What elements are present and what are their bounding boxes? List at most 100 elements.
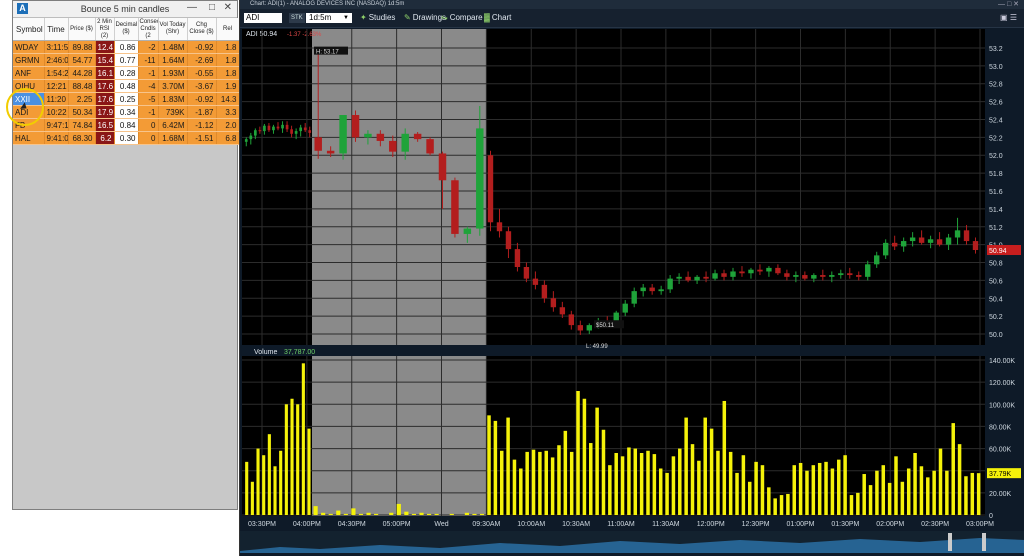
minimize-icon[interactable]: — (187, 2, 197, 13)
volume-bar (569, 451, 574, 515)
column-header[interactable]: Rel (216, 18, 240, 41)
table-row[interactable]: GRMN 2:46:0 54.77 15.4 0.77 -11 1.64M -2.69 1.8 (13, 53, 240, 67)
candle-body (253, 130, 257, 136)
volume-bar (824, 461, 828, 515)
symbol-input[interactable]: ADI (244, 13, 282, 23)
time-tick-label: 10:00AM (517, 521, 545, 528)
cell-price: 68.30 (68, 131, 96, 145)
candle-body (438, 153, 447, 181)
cell-chg: -0.55 (187, 66, 217, 80)
studies-button[interactable]: ✦ Studies (360, 13, 395, 23)
cell-rsi: 17.9 (95, 105, 115, 119)
cell-rel: 1.8 (216, 53, 240, 67)
close-icon[interactable]: ✕ (224, 2, 232, 13)
cell-consec: -2 (138, 40, 159, 54)
column-header[interactable]: Vol Today (Shr) (158, 18, 188, 41)
time-tick-label: 09:30AM (472, 521, 500, 528)
price-chart[interactable]: ADI 50.94-1.37 -2.63%Volume 37,787.00Vol… (240, 29, 1024, 556)
candle-body (945, 237, 952, 245)
volume-bar (856, 492, 860, 515)
volume-bar (646, 450, 650, 515)
price-marker-label: $50.11 (596, 323, 615, 329)
table-row[interactable]: FB 9:47:1 74.84 16.5 0.84 0 6.42M -1.12 2.0 (13, 118, 240, 132)
column-header[interactable]: 2 Min RSI (2) (95, 18, 115, 41)
time-tick-label: 01:00PM (786, 521, 814, 528)
candle-body (413, 133, 422, 140)
instrument-type-badge[interactable]: STK (289, 13, 305, 23)
navigator-handle-right[interactable] (982, 533, 986, 551)
volume-bar (426, 513, 432, 515)
candle-body (244, 139, 248, 142)
table-row[interactable]: WDAY 3:11:5 89.88 12.4 0.86 -2 1.48M -0.92 1.8 (13, 40, 240, 54)
cell-rsi: 17.6 (95, 92, 115, 106)
candle-body (476, 128, 484, 229)
candle-body (505, 231, 512, 250)
candle-body (640, 287, 646, 292)
maximize-icon[interactable]: □ (209, 2, 215, 13)
cell-rsi: 17.6 (95, 79, 115, 93)
volume-bar (472, 513, 477, 515)
table-row[interactable]: ADI 10:22 50.34 17.9 0.34 -1 739K -1.87 3.3 (13, 105, 240, 119)
candle-body (802, 275, 808, 279)
column-header[interactable]: Symbol (13, 18, 45, 41)
volume-bar (614, 453, 618, 515)
cell-chg: -2.69 (187, 53, 217, 67)
volume-bar (690, 444, 695, 515)
candle-body (838, 273, 844, 276)
period-select[interactable]: 1d:5m ▼ (306, 13, 352, 23)
volume-bar (343, 513, 348, 515)
column-header[interactable]: Time (44, 18, 69, 41)
price-tick-label: 53.0 (989, 64, 1003, 71)
drawings-button[interactable]: ✎ Drawings (404, 13, 446, 23)
candle-body (676, 276, 682, 279)
candle-body (523, 267, 530, 279)
column-header[interactable]: Price ($) (68, 18, 96, 41)
cell-time: 12:21 (44, 79, 69, 93)
volume-tick-label: 20.00K (989, 491, 1012, 498)
column-header[interactable]: Consec Cndls (2 (138, 18, 159, 41)
volume-bar (792, 465, 796, 515)
window-controls-icon[interactable]: — □ ✕ (998, 0, 1019, 9)
candle-body (487, 155, 494, 223)
time-tick-label: 03:30PM (248, 521, 276, 528)
candle-body (649, 287, 655, 292)
price-tick-label: 51.2 (989, 225, 1003, 232)
price-tick-label: 53.2 (989, 46, 1003, 53)
cell-time: 1:54:2 (44, 66, 69, 80)
chart-settings-icon[interactable]: ▣ ☰ (1000, 13, 1017, 22)
time-tick-label: 03:00PM (966, 521, 994, 528)
candle-body (865, 264, 871, 277)
compare-button[interactable]: ⇋ Compare (441, 13, 483, 23)
chart-menu-button[interactable]: ▓ Chart (484, 13, 511, 23)
price-tick-label: 52.8 (989, 82, 1003, 89)
chart-icon: ▓ (484, 13, 490, 22)
candle-body (496, 222, 503, 232)
column-header[interactable]: Chg Close ($) (187, 18, 217, 41)
table-row[interactable]: ANF 1:54:2 44.28 16.1 0.28 -1 1.93M -0.55 1.8 (13, 66, 240, 80)
volume-bar (538, 451, 542, 515)
volume-bar (926, 477, 930, 515)
cell-time: 3:11:5 (44, 40, 69, 54)
candle-body (263, 125, 266, 132)
column-header[interactable]: Decimal ($) (114, 18, 139, 41)
cell-vol: 739K (158, 105, 188, 119)
volume-bar (843, 455, 847, 515)
candle-body (829, 275, 835, 277)
table-row[interactable]: QIHU 12:21 88.48 17.6 0.48 -4 3.70M -3.67 1.9 (13, 79, 240, 93)
time-tick-label: 01:30PM (831, 521, 859, 528)
volume-bar (328, 513, 333, 515)
cell-rel: 3.3 (216, 105, 240, 119)
volume-bar (868, 485, 873, 515)
table-row[interactable]: HAL 9:41:0 68.30 6.2 0.30 0 1.68M -1.51 6.8 (13, 131, 240, 145)
volume-bar (245, 461, 249, 515)
table-row[interactable]: XXII 11:20 2.25 17.6 0.25 -5 1.83M -0.92 14.3 (13, 92, 240, 106)
candle-body (739, 271, 745, 274)
volume-bar (767, 487, 771, 515)
cell-chg: -1.87 (187, 105, 217, 119)
candle-body (541, 284, 548, 299)
cell-dec: 0.86 (114, 40, 139, 54)
volume-bar (837, 459, 841, 515)
volume-bar (875, 470, 879, 515)
volume-bar (881, 465, 886, 515)
navigator-handle-left[interactable] (948, 533, 952, 551)
